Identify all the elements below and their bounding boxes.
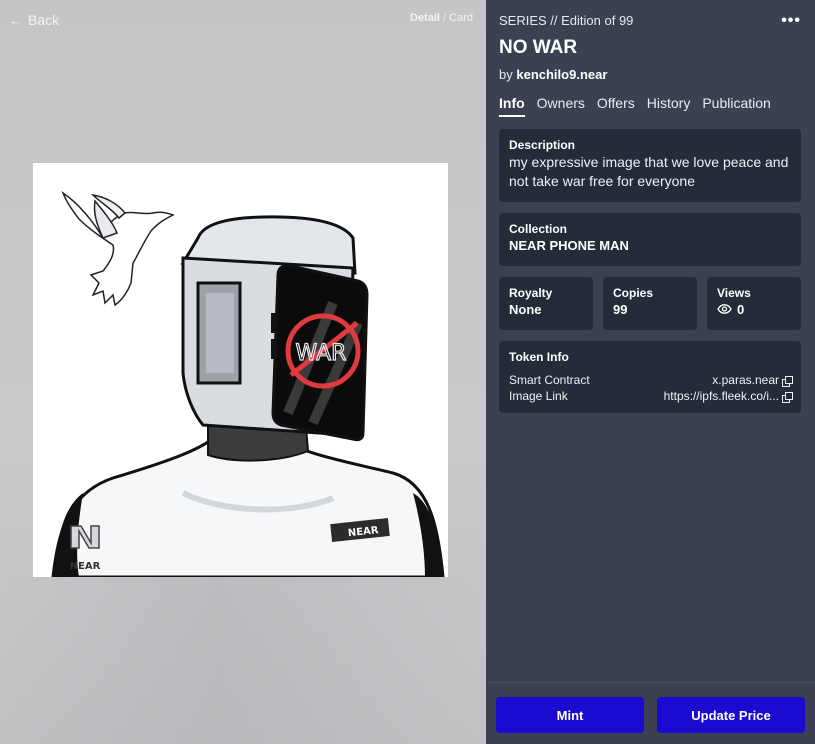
token-info-label: Token Info (509, 350, 569, 364)
series-label: SERIES // Edition of 99 (499, 13, 634, 28)
back-button[interactable]: ← Back (9, 12, 59, 28)
token-info-card: Token Info Smart Contract x.paras.near I… (499, 341, 801, 413)
image-link-label: Image Link (509, 389, 568, 403)
copy-icon[interactable] (782, 375, 793, 387)
copies-card: Copies 99 (603, 277, 697, 330)
eye-icon (717, 302, 732, 317)
creator-link[interactable]: kenchilo9.near (516, 67, 607, 82)
shoulder-logo-text: NEAR (70, 561, 101, 572)
view-toggle: Detail / Card (410, 12, 473, 24)
description-text: my expressive image that we love peace a… (509, 154, 789, 189)
dove-illustration (61, 191, 175, 307)
smart-contract-link[interactable]: x.paras.near (712, 373, 793, 387)
collection-label: Collection (509, 222, 568, 236)
more-horizontal-icon[interactable]: ••• (781, 12, 801, 30)
toggle-detail[interactable]: Detail (410, 12, 440, 24)
views-label: Views (717, 286, 751, 300)
phone-head: WAR (180, 215, 369, 442)
creator-line: by kenchilo9.near (499, 67, 607, 82)
details-panel: SERIES // Edition of 99 ••• NO WAR by ke… (486, 0, 815, 744)
description-card: Description my expressive image that we … (499, 129, 801, 202)
collection-value[interactable]: NEAR PHONE MAN (509, 238, 791, 253)
toggle-card[interactable]: Card (449, 12, 473, 24)
tab-info[interactable]: Info (499, 95, 525, 117)
tab-offers[interactable]: Offers (597, 95, 635, 117)
back-label: Back (28, 12, 60, 28)
tab-history[interactable]: History (647, 95, 691, 117)
nft-artwork: NEAR NEAR WAR (33, 163, 448, 577)
image-link-value[interactable]: https://ipfs.fleek.co/i... (664, 389, 779, 403)
views-card: Views 0 (707, 277, 801, 330)
image-link-row: Image Link https://ipfs.fleek.co/i... (509, 389, 793, 403)
copies-value: 99 (613, 302, 628, 317)
smart-contract-value[interactable]: x.paras.near (712, 373, 779, 387)
mint-button[interactable]: Mint (496, 697, 644, 733)
by-prefix: by (499, 67, 513, 82)
views-value-row: 0 (717, 302, 791, 317)
smart-contract-row: Smart Contract x.paras.near (509, 373, 793, 387)
royalty-card: Royalty None (499, 277, 593, 330)
copies-label: Copies (613, 286, 654, 300)
war-text: WAR (296, 341, 347, 366)
detail-tabs: Info Owners Offers History Publication (499, 95, 783, 117)
smart-contract-label: Smart Contract (509, 373, 590, 387)
description-label: Description (509, 138, 576, 152)
collection-card[interactable]: Collection NEAR PHONE MAN (499, 213, 801, 266)
views-value: 0 (737, 302, 745, 317)
copy-icon[interactable] (782, 391, 793, 403)
image-link[interactable]: https://ipfs.fleek.co/i... (664, 389, 793, 403)
action-footer: Mint Update Price (486, 682, 815, 744)
tab-publication[interactable]: Publication (702, 95, 771, 117)
royalty-label: Royalty (509, 286, 553, 300)
artwork-preview-area: ← Back Detail / Card NEAR NEAR WAR (0, 0, 486, 744)
figure-body (51, 413, 445, 577)
update-price-button[interactable]: Update Price (657, 697, 805, 733)
background-fade (0, 574, 486, 744)
toggle-separator: / (443, 12, 447, 24)
royalty-value: None (509, 302, 542, 317)
arrow-left-icon: ← (9, 12, 22, 28)
tab-owners[interactable]: Owners (537, 95, 585, 117)
token-title: NO WAR (499, 37, 578, 58)
